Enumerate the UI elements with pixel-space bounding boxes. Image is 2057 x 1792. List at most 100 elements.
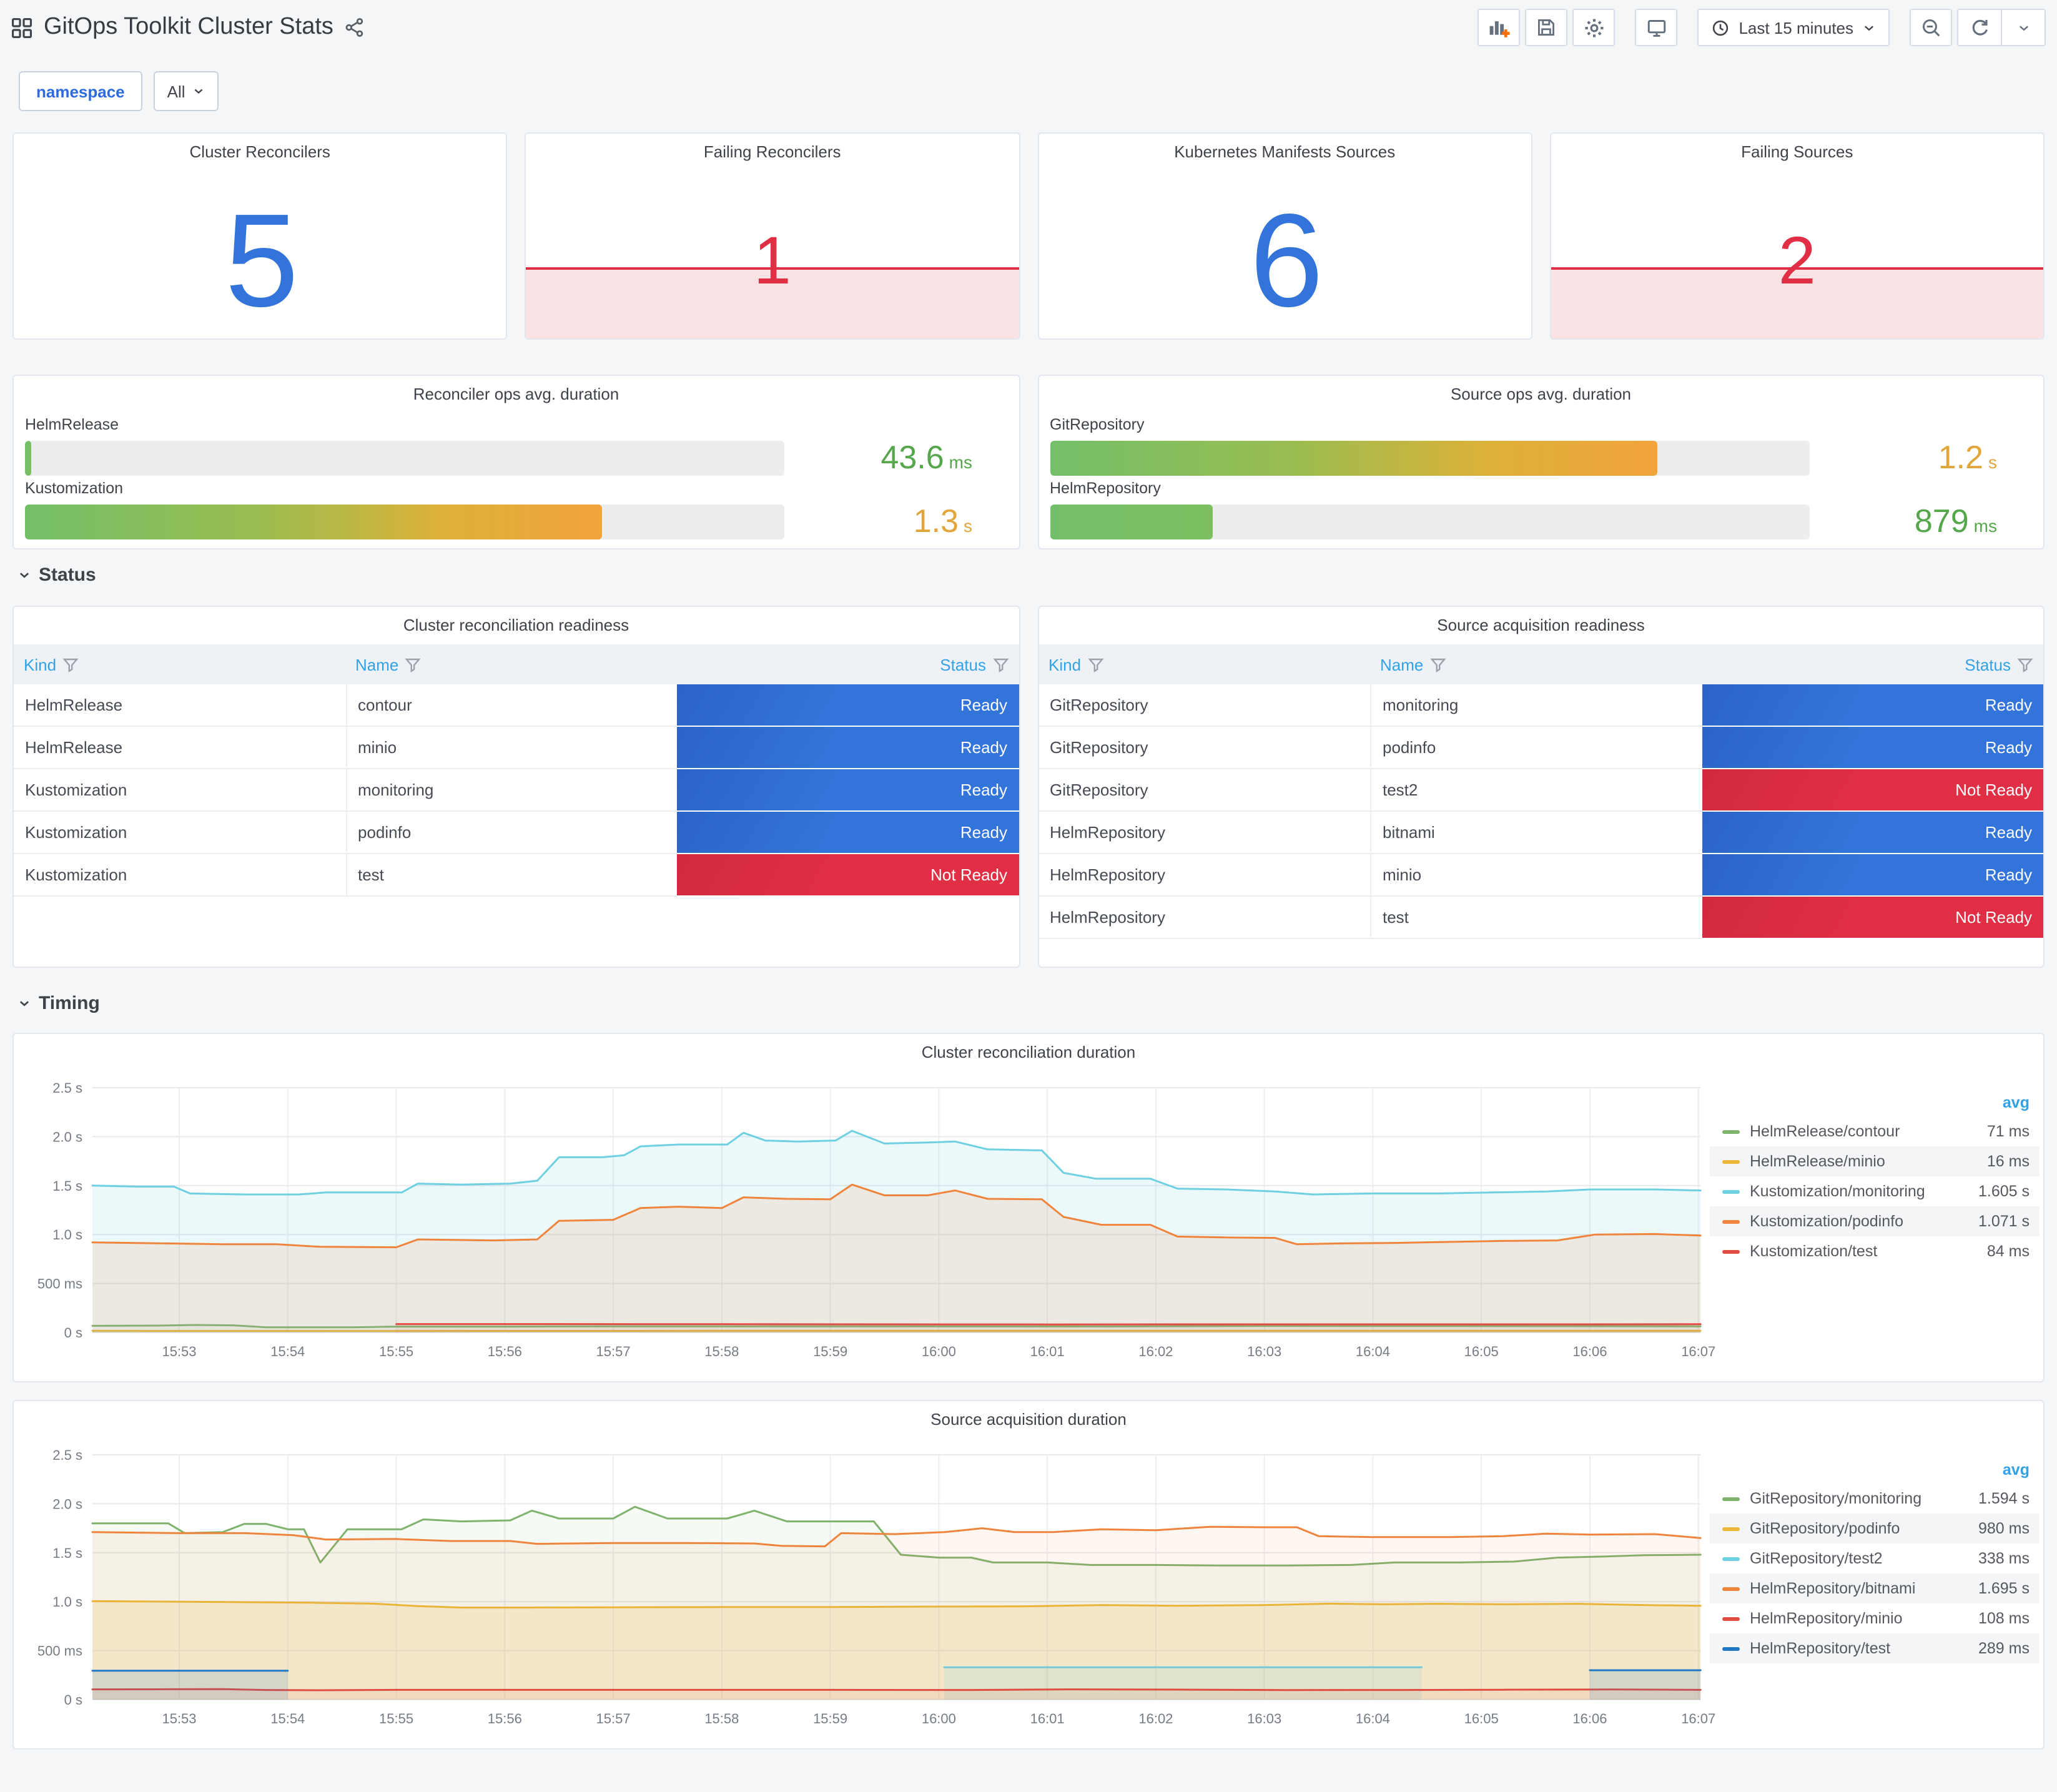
cell-kind: Kustomization [14, 769, 345, 812]
gauge-value: 43.6 ms [784, 438, 1007, 477]
status-badge: Ready [1702, 854, 2043, 897]
legend-series-name: HelmRepository/bitnami [1750, 1580, 1916, 1597]
x-axis-label: 15:53 [162, 1711, 196, 1726]
legend-series-name: Kustomization/podinfo [1750, 1213, 1903, 1230]
panel-title[interactable]: Failing Sources [1551, 134, 2043, 171]
legend-item[interactable]: HelmRepository/test 289 ms [1710, 1633, 2040, 1663]
chevron-down-icon [2016, 21, 2030, 34]
chart-title[interactable]: Cluster reconciliation duration [14, 1034, 2043, 1071]
refresh-icon [1969, 17, 1990, 38]
x-axis-label: 15:56 [488, 1711, 522, 1726]
gauge-bar [1050, 440, 1657, 475]
legend-avg-value: 338 ms [1978, 1550, 2030, 1567]
time-range-picker[interactable]: Last 15 minutes [1697, 9, 1890, 46]
x-axis-label: 15:57 [596, 1344, 631, 1359]
column-header-kind[interactable]: Kind [1038, 644, 1370, 684]
legend-header-avg[interactable]: avg [1710, 1091, 2040, 1116]
gauge-row: 1.2 s [1050, 438, 2032, 477]
section-status[interactable]: Status [17, 564, 96, 586]
legend-item[interactable]: HelmRelease/contour 71 ms [1710, 1116, 2040, 1146]
filter-icon[interactable] [2017, 656, 2033, 672]
legend-color [1722, 1159, 1740, 1163]
stat-panel-failing-reconcilers: Failing Reconcilers 1 [525, 132, 1020, 340]
y-axis-label: 1.5 s [52, 1545, 82, 1561]
column-header-name[interactable]: Name [345, 644, 678, 684]
legend-series-name: HelmRepository/test [1750, 1640, 1891, 1657]
legend-item[interactable]: HelmRelease/minio 16 ms [1710, 1146, 2040, 1176]
y-axis-label: 1.5 s [52, 1178, 82, 1194]
column-header-kind[interactable]: Kind [14, 644, 345, 684]
x-axis-label: 16:01 [1030, 1711, 1065, 1726]
grid-layout-icon [11, 17, 32, 38]
cell-name: podinfo [1370, 727, 1702, 769]
legend-item[interactable]: GitRepository/podinfo 980 ms [1710, 1514, 2040, 1543]
cell-name: minio [345, 727, 678, 769]
stat-panel-kubernetes-manifests-sources: Kubernetes Manifests Sources 6 [1037, 132, 1532, 340]
y-axis-label: 2.0 s [52, 1496, 82, 1512]
cell-name: monitoring [345, 769, 678, 812]
legend-item[interactable]: HelmRepository/minio 108 ms [1710, 1603, 2040, 1633]
legend-series-name: Kustomization/test [1750, 1243, 1878, 1260]
x-axis-label: 16:02 [1138, 1711, 1173, 1726]
zoom-out-icon [1920, 17, 1941, 38]
stat-panel-cluster-reconcilers: Cluster Reconcilers 5 [12, 132, 508, 340]
tv-mode-button[interactable] [1635, 9, 1678, 46]
filter-icon[interactable] [405, 656, 421, 672]
panel-title[interactable]: Reconciler ops avg. duration [14, 376, 1019, 413]
x-axis-label: 16:00 [922, 1711, 956, 1726]
panel-title[interactable]: Cluster Reconcilers [14, 134, 506, 171]
gauge-track [25, 440, 784, 475]
legend-item[interactable]: Kustomization/monitoring 1.605 s [1710, 1176, 2040, 1206]
legend-item[interactable]: HelmRepository/bitnami 1.695 s [1710, 1573, 2040, 1603]
save-dashboard-button[interactable] [1525, 9, 1568, 46]
y-axis-label: 500 ms [37, 1643, 82, 1659]
stat-panels-row: Cluster Reconcilers 5 Failing Reconcilers 1… [12, 132, 2045, 340]
chevron-down-icon [17, 997, 31, 1010]
chart-legend: avg HelmRelease/contour 71 ms HelmRelease/m… [1710, 1091, 2040, 1266]
x-axis-label: 15:54 [270, 1711, 305, 1726]
section-timing[interactable]: Timing [17, 993, 100, 1014]
filter-icon[interactable] [1429, 656, 1446, 672]
filter-icon[interactable] [1087, 656, 1103, 672]
legend-header-avg[interactable]: avg [1710, 1459, 2040, 1484]
refresh-interval-dropdown[interactable] [2001, 10, 2045, 45]
column-header-label: Name [355, 655, 399, 674]
column-header-name[interactable]: Name [1370, 644, 1702, 684]
column-header-status[interactable]: Status [1702, 644, 2043, 684]
share-icon[interactable] [345, 17, 365, 37]
legend-color [1722, 1130, 1740, 1133]
panel-title[interactable]: Kubernetes Manifests Sources [1038, 134, 1531, 171]
legend-series-name: Kustomization/monitoring [1750, 1183, 1925, 1200]
panel-title[interactable]: Cluster reconciliation readiness [14, 607, 1019, 644]
cell-name: test [1370, 897, 1702, 939]
x-axis-label: 15:55 [379, 1711, 413, 1726]
dashboard-settings-button[interactable] [1572, 9, 1616, 46]
stat-value: 5 [225, 187, 298, 335]
legend-item[interactable]: Kustomization/podinfo 1.071 s [1710, 1206, 2040, 1236]
panel-title[interactable]: Failing Reconcilers [526, 134, 1019, 171]
legend-item[interactable]: GitRepository/test2 338 ms [1710, 1543, 2040, 1573]
chart-title[interactable]: Source acquisition duration [14, 1401, 2043, 1439]
variables-row: namespace All [19, 71, 219, 111]
panel-title[interactable]: Source ops avg. duration [1038, 376, 2043, 413]
filter-icon[interactable] [62, 656, 79, 672]
variable-namespace-select[interactable]: All [153, 71, 219, 111]
filter-icon[interactable] [992, 656, 1009, 672]
x-axis-label: 16:07 [1681, 1711, 1715, 1726]
x-axis-label: 15:59 [813, 1711, 847, 1726]
legend-item[interactable]: GitRepository/monitoring 1.594 s [1710, 1484, 2040, 1514]
add-panel-button[interactable] [1477, 9, 1521, 46]
legend-avg-value: 289 ms [1978, 1640, 2030, 1657]
gauge-bar [25, 440, 31, 475]
refresh-dashboard-button[interactable] [1958, 10, 2001, 45]
x-axis-label: 15:59 [813, 1344, 847, 1359]
legend-item[interactable]: Kustomization/test 84 ms [1710, 1236, 2040, 1266]
panel-title[interactable]: Source acquisition readiness [1038, 607, 2043, 644]
gauge-value-unit: s [964, 516, 972, 536]
variable-namespace-label[interactable]: namespace [19, 71, 142, 111]
zoom-out-button[interactable] [1910, 9, 1952, 46]
readiness-table: Kind Name Status GitRepository monitoring Rea… [1038, 644, 2043, 939]
y-axis-label: 2.5 s [52, 1080, 82, 1096]
tv-icon [1645, 17, 1667, 38]
column-header-status[interactable]: Status [677, 644, 1019, 684]
